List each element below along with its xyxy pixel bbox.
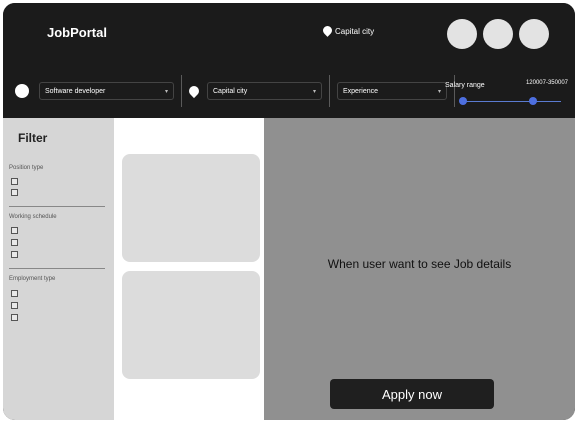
filter-title: Filter	[18, 131, 48, 145]
checkbox[interactable]	[11, 239, 18, 246]
logo[interactable]: JobPortal	[47, 25, 107, 40]
salary-slider-min-handle[interactable]	[459, 97, 467, 105]
checkbox[interactable]	[11, 251, 18, 258]
job-details-panel: When user want to see Job details Apply …	[264, 118, 575, 420]
header-avatars	[447, 19, 549, 49]
app-frame: JobPortal Capital city Software develope…	[3, 3, 575, 420]
checkbox[interactable]	[11, 290, 18, 297]
avatar-placeholder-2[interactable]	[483, 19, 513, 49]
salary-range: Salary range 120007-350007	[443, 79, 568, 111]
job-list	[114, 118, 264, 420]
header-location-label: Capital city	[335, 27, 375, 36]
salary-range-label: Salary range	[445, 82, 485, 89]
salary-slider-max-handle[interactable]	[529, 97, 537, 105]
chevron-down-icon: ▾	[164, 88, 168, 95]
filter-group-position-type: Position type	[9, 165, 44, 171]
filter-panel: Filter Position type Working schedule Em…	[3, 118, 114, 420]
salary-range-value: 120007-350007	[525, 80, 568, 86]
job-details-message: When user want to see Job details	[327, 257, 512, 271]
location-dropdown[interactable]: Capital city ▾	[207, 82, 322, 100]
checkbox[interactable]	[11, 227, 18, 234]
chevron-down-icon: ▾	[312, 88, 316, 95]
header-location[interactable]: Capital city	[321, 24, 375, 37]
experience-dropdown-value: Experience	[343, 87, 379, 95]
filter-group-employment-type: Employment type	[9, 276, 56, 282]
divider	[181, 75, 182, 107]
avatar-placeholder-3[interactable]	[519, 19, 549, 49]
position-dropdown[interactable]: Software developer ▾	[39, 82, 174, 100]
chevron-down-icon: ▾	[437, 88, 441, 95]
divider	[329, 75, 330, 107]
position-dropdown-value: Software developer	[45, 87, 106, 95]
salary-slider-track[interactable]	[463, 101, 561, 102]
avatar-placeholder-1[interactable]	[447, 19, 477, 49]
location-pin-icon	[186, 83, 202, 99]
job-card[interactable]	[122, 271, 260, 379]
location-dropdown-value: Capital city	[213, 87, 248, 95]
location-pin-icon	[321, 24, 334, 37]
checkbox[interactable]	[11, 189, 18, 196]
job-card[interactable]	[122, 154, 260, 262]
divider	[9, 268, 105, 269]
checkbox[interactable]	[11, 178, 18, 185]
apply-now-button[interactable]: Apply now	[330, 379, 494, 409]
filter-group-working-schedule: Working schedule	[9, 214, 57, 220]
user-icon	[15, 84, 29, 98]
checkbox[interactable]	[11, 302, 18, 309]
search-row: Software developer ▾ Capital city ▾ Expe…	[15, 75, 462, 107]
top-bar: JobPortal Capital city Software develope…	[3, 3, 575, 118]
divider	[9, 206, 105, 207]
experience-dropdown[interactable]: Experience ▾	[337, 82, 447, 100]
checkbox[interactable]	[11, 314, 18, 321]
